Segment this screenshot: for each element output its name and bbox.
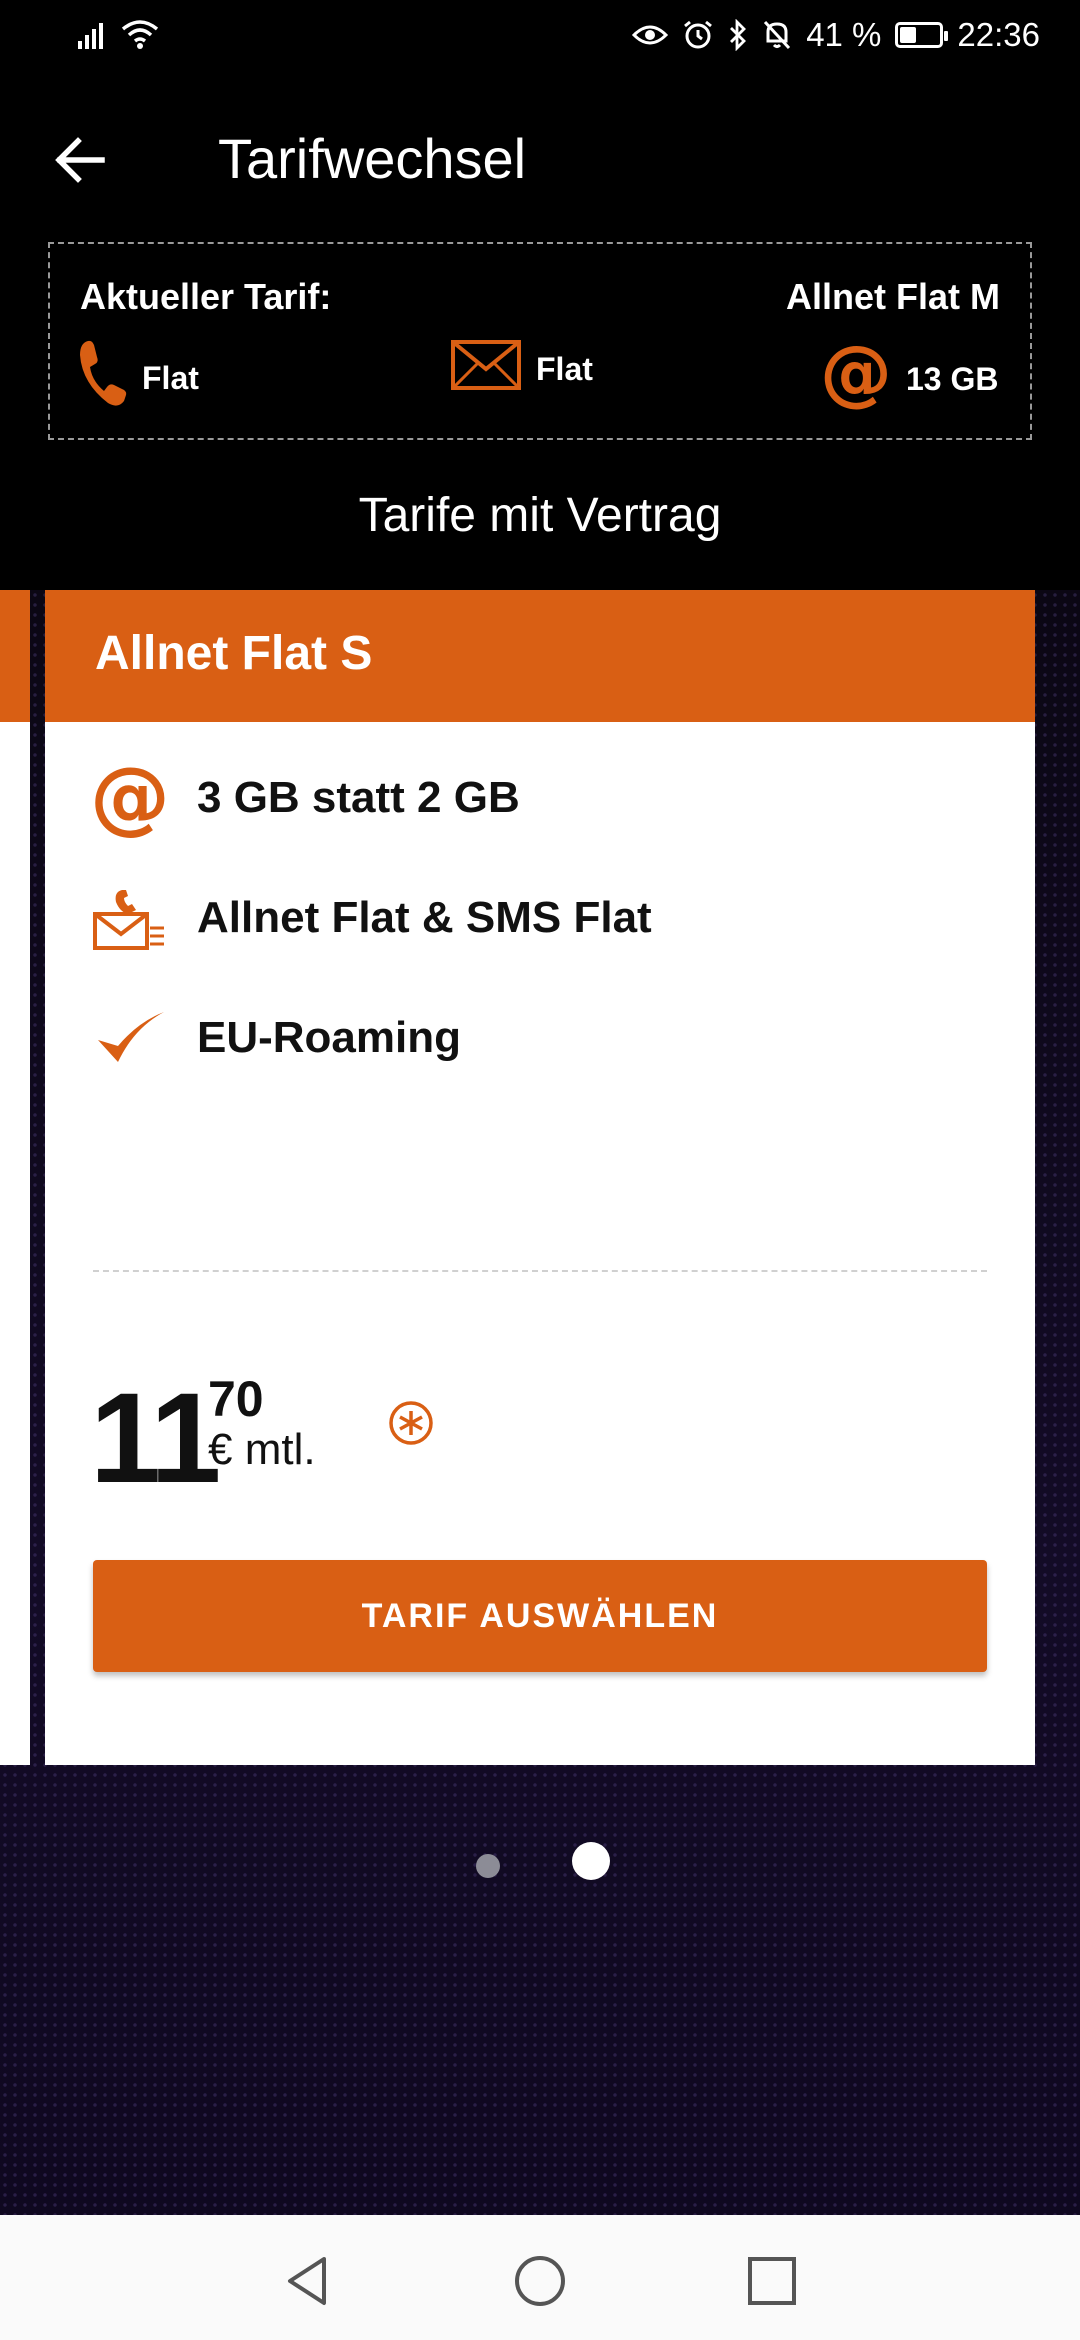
current-tariff-name: Allnet Flat M: [786, 276, 1000, 317]
at-icon: @: [90, 758, 170, 838]
mail-icon: [450, 339, 522, 399]
price-unit: € mtl.: [208, 1425, 316, 1474]
current-feature-sms-text: Flat: [536, 350, 593, 387]
price-decimal: 70: [208, 1371, 264, 1427]
phone-icon: [78, 339, 128, 417]
current-feature-calls: Flat: [78, 339, 199, 417]
page-dot[interactable]: [476, 1854, 500, 1878]
back-button[interactable]: [50, 130, 120, 190]
svg-text:@: @: [820, 339, 892, 411]
current-feature-sms: Flat: [450, 339, 593, 399]
alarm-icon: [682, 19, 714, 51]
svg-text:@: @: [90, 758, 170, 838]
mail-phone-icon: [90, 878, 170, 958]
battery-percent: 41 %: [806, 16, 882, 53]
nav-recents-button[interactable]: [744, 2253, 800, 2309]
bluetooth-icon: [728, 19, 748, 51]
current-tariff-label: Aktueller Tarif:: [80, 276, 332, 317]
app-bar: Tarifwechsel: [0, 100, 1080, 220]
tariff-feature-data-text: 3 GB statt 2 GB: [197, 773, 520, 822]
tariff-feature-roaming-text: EU-Roaming: [197, 1013, 461, 1062]
current-feature-data: @ 13 GB: [820, 330, 999, 419]
nav-home-button[interactable]: [512, 2253, 568, 2309]
tariff-feature-allnet: Allnet Flat & SMS Flat: [90, 878, 652, 958]
page-title: Tarifwechsel: [218, 127, 527, 190]
previous-tariff-card[interactable]: [0, 590, 30, 1765]
tariff-carousel[interactable]: Allnet Flat S @ 3 GB statt 2 GB Allnet F…: [0, 590, 1080, 2215]
current-feature-calls-text: Flat: [142, 359, 199, 396]
current-feature-data-text: 13 GB: [906, 360, 999, 397]
check-icon: [90, 998, 170, 1078]
system-nav-bar: [0, 2215, 1080, 2340]
section-title: Tarife mit Vertrag: [358, 489, 722, 542]
recents-square-icon: [744, 2257, 800, 2313]
at-icon: @: [820, 330, 892, 419]
status-right: 41 % 22:36: [632, 16, 1040, 54]
price-integer: 11: [90, 1367, 221, 1510]
battery-icon: [895, 22, 949, 48]
tariff-card-header: Allnet Flat S: [45, 590, 1035, 722]
nav-back-button[interactable]: [280, 2253, 336, 2309]
select-tariff-button[interactable]: TARIF AUSWÄHLEN: [93, 1560, 987, 1672]
battery-level: [900, 27, 917, 43]
tariff-feature-allnet-text: Allnet Flat & SMS Flat: [197, 893, 652, 942]
page-dot-active[interactable]: [572, 1842, 610, 1880]
status-left: [78, 18, 160, 50]
home-circle-icon: [512, 2256, 568, 2313]
arrow-left-icon: [50, 137, 110, 194]
previous-tariff-card-header: [0, 590, 30, 722]
tariff-card-title: Allnet Flat S: [95, 627, 373, 680]
tariff-feature-roaming: EU-Roaming: [90, 998, 461, 1078]
clock: 22:36: [957, 16, 1040, 53]
asterisk-circle-icon[interactable]: [387, 1399, 435, 1451]
eye-icon: [632, 23, 669, 47]
wifi-icon: [120, 18, 160, 50]
current-tariff-box: Aktueller Tarif: Allnet Flat M Flat Flat…: [48, 242, 1032, 440]
divider: [93, 1270, 987, 1272]
signal-icon: [78, 19, 110, 49]
tariff-feature-data: @ 3 GB statt 2 GB: [90, 758, 520, 838]
mute-icon: [762, 19, 792, 51]
tariff-card: Allnet Flat S @ 3 GB statt 2 GB Allnet F…: [45, 590, 1035, 1765]
back-triangle-icon: [280, 2257, 336, 2313]
status-bar: 41 % 22:36: [0, 0, 1080, 75]
